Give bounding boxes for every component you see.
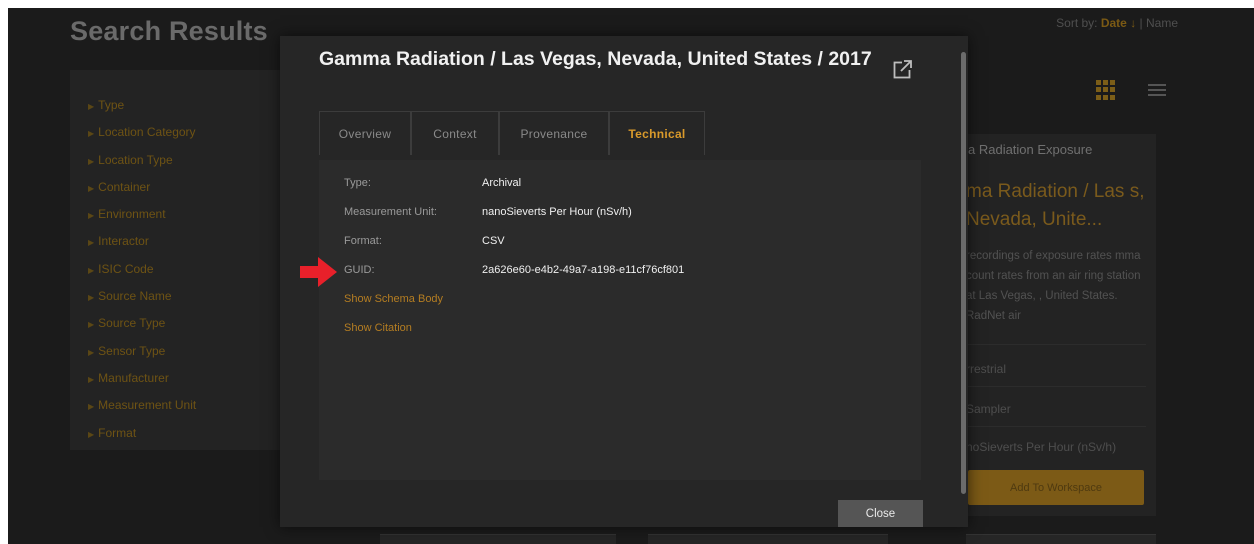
filter-environment[interactable]: ▶ Environment (70, 201, 280, 228)
filter-source-name[interactable]: ▶ Source Name (70, 283, 280, 310)
expand-triangle-icon: ▶ (88, 293, 95, 303)
filter-type[interactable]: ▶ Type (70, 92, 280, 119)
filter-sidebar: ▶ Type ▶ Location Category ▶ Location Type … (70, 70, 280, 450)
filter-measurement-unit[interactable]: ▶ Measurement Unit (70, 392, 280, 419)
expand-triangle-icon: ▶ (88, 102, 95, 111)
filter-sensor-type[interactable]: ▶ Sensor Type (70, 338, 280, 365)
filter-label: Location Category (98, 125, 196, 140)
filter-label: Source Name (98, 289, 172, 304)
card-field-environment: rrestrial (966, 362, 1007, 376)
expand-triangle-icon: ▶ (88, 429, 95, 439)
tab-technical[interactable]: Technical (609, 111, 705, 155)
expand-triangle-icon: ▶ (88, 238, 95, 248)
tab-overview[interactable]: Overview (319, 111, 411, 155)
filter-label: Environment (98, 207, 166, 222)
list-view-icon[interactable] (1148, 84, 1166, 96)
tab-context[interactable]: Context (411, 111, 499, 155)
filter-location-category[interactable]: ▶ Location Category (70, 119, 280, 146)
guid-value: 2a626e60-e4b2-49a7-a198-e11cf76cf801 (482, 264, 685, 276)
result-card[interactable]: a Radiation Exposure ma Radiation / Las … (966, 134, 1156, 516)
modal-title: Gamma Radiation / Las Vegas, Nevada, Uni… (319, 48, 872, 70)
add-to-workspace-button[interactable]: Add To Workspace (968, 470, 1144, 505)
external-link-icon[interactable] (892, 58, 914, 80)
filter-container[interactable]: ▶ Container (70, 174, 280, 201)
page-title: Search Results (70, 16, 268, 46)
expand-triangle-icon: ▶ (88, 211, 95, 221)
filter-label: Location Type (98, 152, 173, 167)
expand-triangle-icon: ▶ (88, 265, 95, 275)
red-arrow-icon (300, 257, 337, 287)
expand-triangle-icon: ▶ (88, 320, 95, 330)
tab-provenance[interactable]: Provenance (499, 111, 609, 155)
card-field-unit: noSieverts Per Hour (nSv/h) (966, 440, 1117, 454)
show-citation-link[interactable]: Show Citation (344, 322, 412, 334)
card-title[interactable]: ma Radiation / Las s, Nevada, Unite... (966, 178, 1154, 234)
expand-triangle-icon: ▶ (88, 156, 95, 166)
sort-bar: Sort by: Date ↓ | Name (1056, 16, 1178, 30)
format-label: Format: (344, 235, 382, 247)
expand-triangle-icon: ▶ (88, 347, 95, 357)
filter-isic-code[interactable]: ▶ ISIC Code (70, 256, 280, 283)
expand-triangle-icon: ▶ (88, 183, 95, 193)
grid-view-icon[interactable] (1096, 80, 1116, 100)
dataset-detail-modal: Gamma Radiation / Las Vegas, Nevada, Uni… (280, 36, 968, 527)
filter-location-type[interactable]: ▶ Location Type (70, 147, 280, 174)
show-schema-body-link[interactable]: Show Schema Body (344, 293, 443, 305)
measurement-unit-value: nanoSieverts Per Hour (nSv/h) (482, 206, 632, 218)
guid-label: GUID: (344, 264, 375, 276)
type-label: Type: (344, 177, 371, 189)
expand-triangle-icon: ▶ (88, 402, 95, 412)
divider (966, 386, 1146, 387)
expand-triangle-icon: ▶ (88, 129, 95, 139)
card-field-sensor: Sampler (966, 402, 1011, 416)
measurement-unit-label: Measurement Unit: (344, 206, 437, 218)
tab-bar: Overview Context Provenance Technical (319, 111, 705, 156)
card-type-label: a Radiation Exposure (968, 142, 1093, 157)
divider (966, 426, 1146, 427)
result-card-stub (648, 534, 888, 544)
result-card-stub (966, 534, 1156, 544)
filter-interactor[interactable]: ▶ Interactor (70, 228, 280, 255)
expand-triangle-icon: ▶ (88, 374, 95, 384)
modal-scrollbar[interactable] (961, 52, 966, 494)
filter-label: Format (98, 425, 137, 440)
filter-format[interactable]: ▶ Format (70, 420, 280, 447)
filter-label: Sensor Type (98, 343, 166, 358)
filter-label: Interactor (98, 234, 149, 249)
filter-manufacturer[interactable]: ▶ Manufacturer (70, 365, 280, 392)
close-button[interactable]: Close (838, 500, 923, 527)
format-value: CSV (482, 235, 505, 247)
card-description: recordings of exposure rates mma count r… (966, 250, 1141, 322)
filter-label: Type (98, 98, 125, 112)
sort-separator: | (1136, 16, 1146, 30)
technical-panel: Type: Archival Measurement Unit: nanoSie… (319, 160, 921, 480)
sort-name-link[interactable]: Name (1146, 16, 1178, 30)
filter-label: ISIC Code (98, 261, 154, 276)
filter-label: Container (98, 179, 151, 194)
filter-source-type[interactable]: ▶ Source Type (70, 310, 280, 337)
sort-label: Sort by: (1056, 16, 1098, 30)
result-card-stub (380, 534, 616, 544)
filter-label: Source Type (98, 316, 166, 331)
filter-label: Measurement Unit (98, 398, 197, 413)
sort-date-link[interactable]: Date ↓ (1101, 16, 1136, 30)
divider (966, 344, 1146, 345)
type-value: Archival (482, 177, 522, 189)
filter-label: Manufacturer (98, 370, 169, 385)
